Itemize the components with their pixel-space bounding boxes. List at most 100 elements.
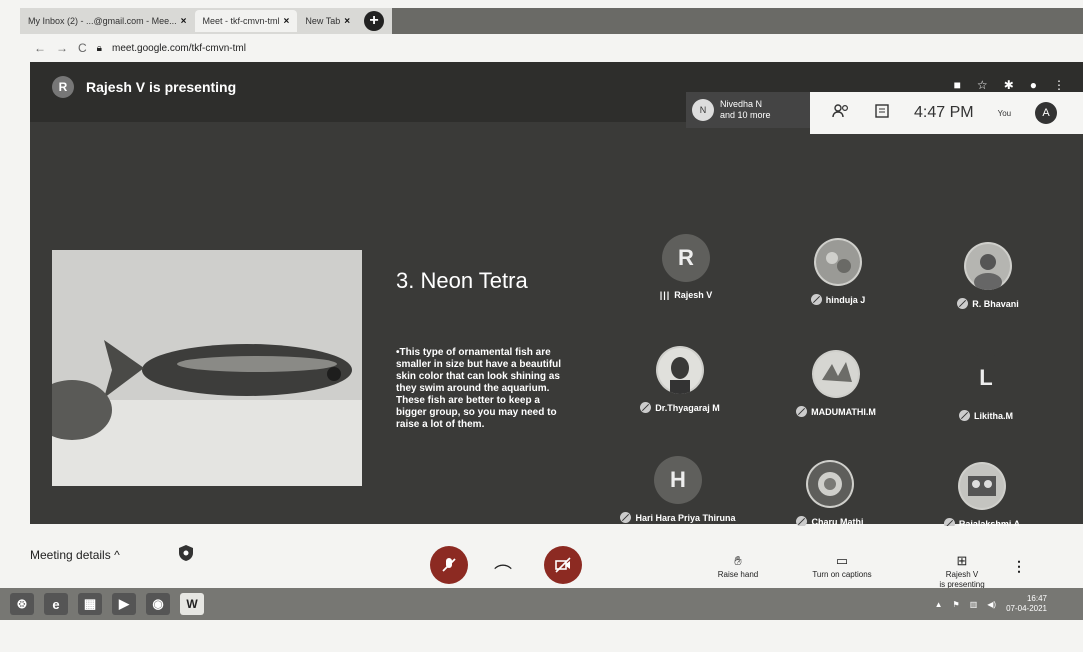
tab-inbox[interactable]: My Inbox (2) - ...@gmail.com - Mee... × — [20, 10, 195, 32]
puzzle-icon[interactable]: ✱ — [1004, 78, 1014, 92]
camera-icon[interactable]: ■ — [954, 78, 961, 92]
participant-name-row: Hari Hara Priya Thiruna — [608, 512, 748, 523]
mic-off-icon — [442, 558, 456, 572]
windows-taskbar: ⊛ e ▦ ▶ ◉ W ▲ ⚑ ▥ ◀) 16:47 07-04-2021 — [0, 588, 1083, 620]
tab-meet[interactable]: Meet - tkf-cmvn-tml × — [194, 10, 298, 32]
you-label: You — [997, 108, 1012, 118]
participant-photo — [812, 350, 860, 398]
participant-tile[interactable]: Dr.Thyagaraj M — [610, 346, 750, 426]
participant-name-row: Dr.Thyagaraj M — [610, 402, 750, 413]
hang-up-icon[interactable]: ⌒ — [494, 560, 512, 586]
chip-line2: and 10 more — [720, 110, 771, 120]
internet-explorer-icon[interactable]: e — [44, 593, 68, 615]
tab-bar-empty-area — [392, 8, 1083, 34]
raise-hand-button[interactable]: ✋︎ Raise hand — [688, 553, 788, 580]
participant-name-row: MADUMATHI.M — [766, 406, 906, 417]
start-button-icon[interactable]: ⊛ — [10, 593, 34, 615]
participants-chip[interactable]: N Nivedha N and 10 more — [686, 92, 810, 128]
participant-tile[interactable]: MADUMATHI.M — [766, 350, 906, 430]
new-tab-plus-icon[interactable]: + — [364, 11, 385, 31]
tab-new-close-icon[interactable]: × — [344, 16, 350, 27]
tab-meet-label: Meet - tkf-cmvn-tml — [202, 16, 280, 26]
network-icon[interactable]: ▥ — [970, 600, 978, 609]
tray-date: 07-04-2021 — [1006, 604, 1047, 613]
meeting-clock: 4:47 PM — [914, 104, 974, 121]
participant-photo — [814, 238, 862, 286]
presenter-avatar: R — [52, 76, 74, 98]
tab-inbox-label: My Inbox (2) - ...@gmail.com - Mee... — [28, 16, 177, 26]
participant-tile[interactable]: R. Bhavani — [918, 242, 1058, 322]
flag-icon[interactable]: ⚑ — [953, 600, 960, 609]
profile-icon[interactable]: ● — [1030, 78, 1037, 92]
more-options-icon[interactable]: ⋮ — [1012, 558, 1026, 575]
tab-meet-close-icon[interactable]: × — [284, 16, 290, 27]
meet-top-right-panel: 4:47 PM You A — [810, 92, 1083, 134]
tab-new[interactable]: New Tab × — [297, 10, 358, 32]
participant-tile[interactable]: R ||| Rajesh V — [616, 234, 756, 314]
chat-icon[interactable] — [874, 103, 890, 124]
captions-label: Turn on captions — [812, 570, 872, 579]
browser-extension-icons: ■ ☆ ✱ ● ⋮ — [954, 78, 1065, 92]
raise-hand-label: Raise hand — [717, 570, 759, 579]
kebab-menu-icon[interactable]: ⋮ — [1053, 78, 1065, 92]
participant-name: R. Bhavani — [972, 298, 1019, 309]
tab-inbox-close-icon[interactable]: × — [181, 16, 187, 27]
participant-tile[interactable]: H Hari Hara Priya Thiruna — [608, 456, 748, 536]
tray-arrow-icon[interactable]: ▲ — [935, 600, 943, 609]
participant-tile[interactable]: hinduja J — [768, 238, 908, 318]
mic-off-icon — [796, 406, 808, 417]
participant-name: hinduja J — [825, 294, 866, 305]
participant-photo — [656, 346, 704, 394]
present-screen-icon: ⊞ — [956, 553, 968, 568]
back-arrow-icon[interactable]: ← — [34, 41, 46, 55]
participant-name: Rajesh V — [674, 290, 713, 300]
participant-avatar: R — [662, 234, 710, 282]
word-icon[interactable]: W — [180, 593, 204, 615]
meeting-details-label: Meeting details — [30, 548, 111, 562]
people-icon[interactable] — [832, 103, 850, 123]
chip-avatar: N — [692, 99, 714, 121]
forward-arrow-icon[interactable]: → — [56, 41, 68, 55]
camera-off-icon — [555, 557, 571, 573]
participant-name: Dr.Thyagaraj M — [655, 402, 720, 413]
participant-name-row: hinduja J — [768, 294, 908, 305]
participant-tile[interactable]: L Likitha.M — [916, 354, 1056, 434]
mic-off-icon — [640, 402, 652, 413]
reload-icon[interactable]: C — [78, 41, 87, 55]
presenting-button[interactable]: ⊞ Rajesh V is presenting — [912, 553, 1012, 590]
media-player-icon[interactable]: ▶ — [112, 593, 136, 615]
camera-toggle-button[interactable] — [544, 546, 582, 584]
mic-off-icon — [957, 298, 969, 309]
hand-icon: ✋︎ — [734, 553, 742, 568]
volume-icon[interactable]: ◀) — [987, 600, 996, 609]
tray-time: 16:47 — [1026, 594, 1047, 603]
presenting-line1: Rajesh V — [945, 570, 979, 579]
participant-name: Likitha.M — [973, 410, 1013, 421]
participant-photo — [806, 460, 854, 508]
participant-photo — [964, 242, 1012, 290]
neon-tetra-photo — [52, 250, 362, 486]
mic-off-icon — [620, 512, 632, 523]
chrome-icon[interactable]: ◉ — [146, 593, 170, 615]
meeting-details-button[interactable]: Meeting details ^ — [30, 548, 120, 562]
slide-body: •This type of ornamental fish are smalle… — [396, 347, 562, 430]
participant-name: MADUMATHI.M — [811, 406, 876, 417]
speaking-icon: ||| — [659, 290, 671, 300]
participant-avatar: H — [654, 456, 702, 504]
slide-title: 3. Neon Tetra — [396, 268, 528, 293]
chevron-up-icon: ^ — [114, 548, 120, 562]
mic-toggle-button[interactable] — [430, 546, 468, 584]
participant-name-row: ||| Rajesh V — [616, 290, 756, 300]
star-icon[interactable]: ☆ — [977, 78, 988, 92]
shield-icon[interactable] — [178, 544, 194, 562]
captions-button[interactable]: ▭ Turn on captions — [792, 554, 892, 580]
tray-clock[interactable]: 16:47 07-04-2021 — [1006, 594, 1047, 614]
participant-name-row: Likitha.M — [916, 410, 1056, 421]
url-field[interactable]: meet.google.com/tkf-cmvn-tml — [112, 43, 246, 54]
presenting-banner: Rajesh V is presenting — [86, 79, 237, 95]
chip-text: Nivedha N and 10 more — [720, 99, 771, 121]
file-explorer-icon[interactable]: ▦ — [78, 593, 102, 615]
self-avatar[interactable]: A — [1035, 102, 1058, 124]
address-bar: ← → C 🔒︎ meet.google.com/tkf-cmvn-tml — [20, 36, 1083, 60]
chip-line1: Nivedha N — [720, 99, 763, 109]
